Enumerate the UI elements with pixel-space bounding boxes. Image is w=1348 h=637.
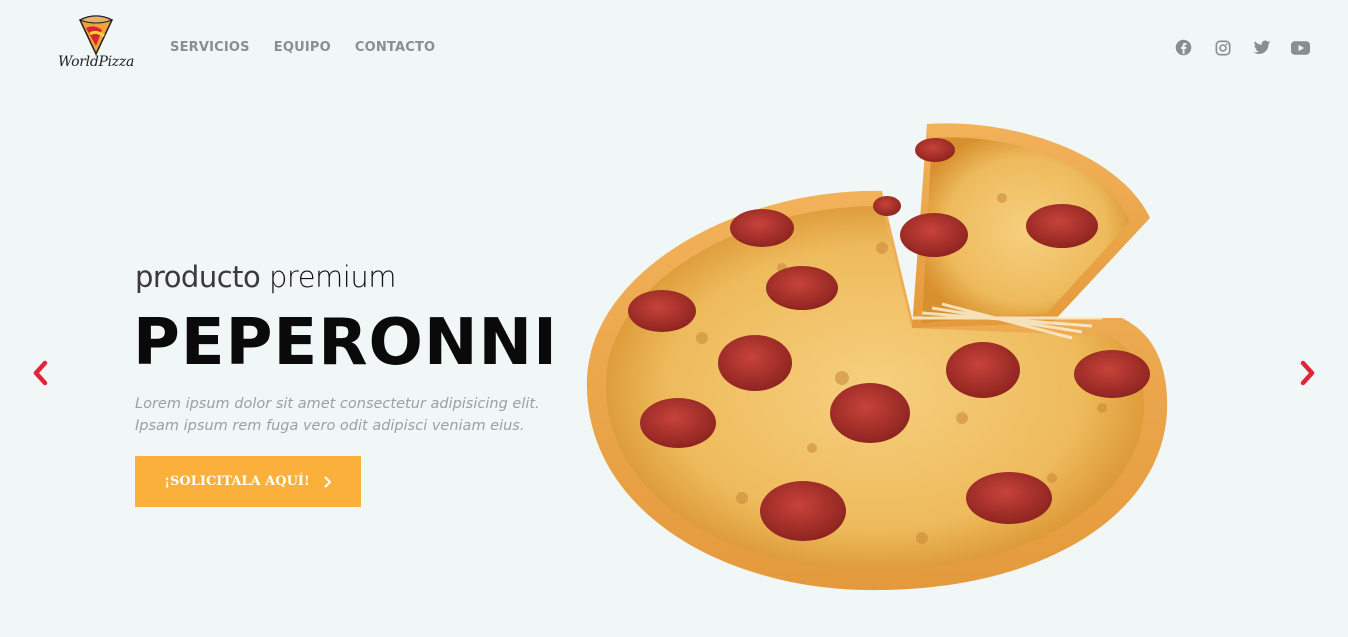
chevron-left-icon: [33, 360, 48, 386]
nav-item-equipo[interactable]: EQUIPO: [274, 40, 331, 55]
social-links: [1174, 38, 1310, 57]
carousel-prev-button[interactable]: [25, 358, 55, 388]
hero-subtitle-strong: premium: [269, 260, 396, 294]
hero-description-line-2: Ipsam ipsum rem fuga vero odit adipisci …: [135, 418, 525, 434]
chevron-right-icon: [1300, 360, 1315, 386]
instagram-icon[interactable]: [1213, 38, 1232, 57]
logo-text: WorldPizza: [58, 54, 134, 70]
order-now-button[interactable]: ¡SOLICITALA AQUÍ!: [135, 456, 361, 507]
nav-item-servicios[interactable]: SERVICIOS: [170, 40, 250, 55]
pizza-slice-logo-icon: [78, 15, 114, 56]
hero-description-line-1: Lorem ipsum dolor sit amet consectetur a…: [135, 396, 540, 412]
twitter-icon[interactable]: [1252, 38, 1271, 57]
carousel-next-button[interactable]: [1293, 358, 1323, 388]
pizza-image: [582, 118, 1182, 602]
youtube-icon[interactable]: [1291, 38, 1310, 57]
hero-subtitle-light: producto: [135, 260, 261, 294]
nav-item-contacto[interactable]: CONTACTO: [355, 40, 435, 55]
facebook-icon[interactable]: [1174, 38, 1193, 57]
hero-subtitle: producto premium: [135, 260, 396, 294]
chevron-right-icon: [324, 476, 331, 487]
hero-title: PEPERONNI: [133, 306, 558, 380]
main-nav: SERVICIOS EQUIPO CONTACTO: [170, 40, 435, 55]
hero-description: Lorem ipsum dolor sit amet consectetur a…: [135, 393, 545, 437]
brand-logo[interactable]: WorldPizza: [50, 12, 142, 78]
order-now-label: ¡SOLICITALA AQUÍ!: [164, 474, 310, 489]
